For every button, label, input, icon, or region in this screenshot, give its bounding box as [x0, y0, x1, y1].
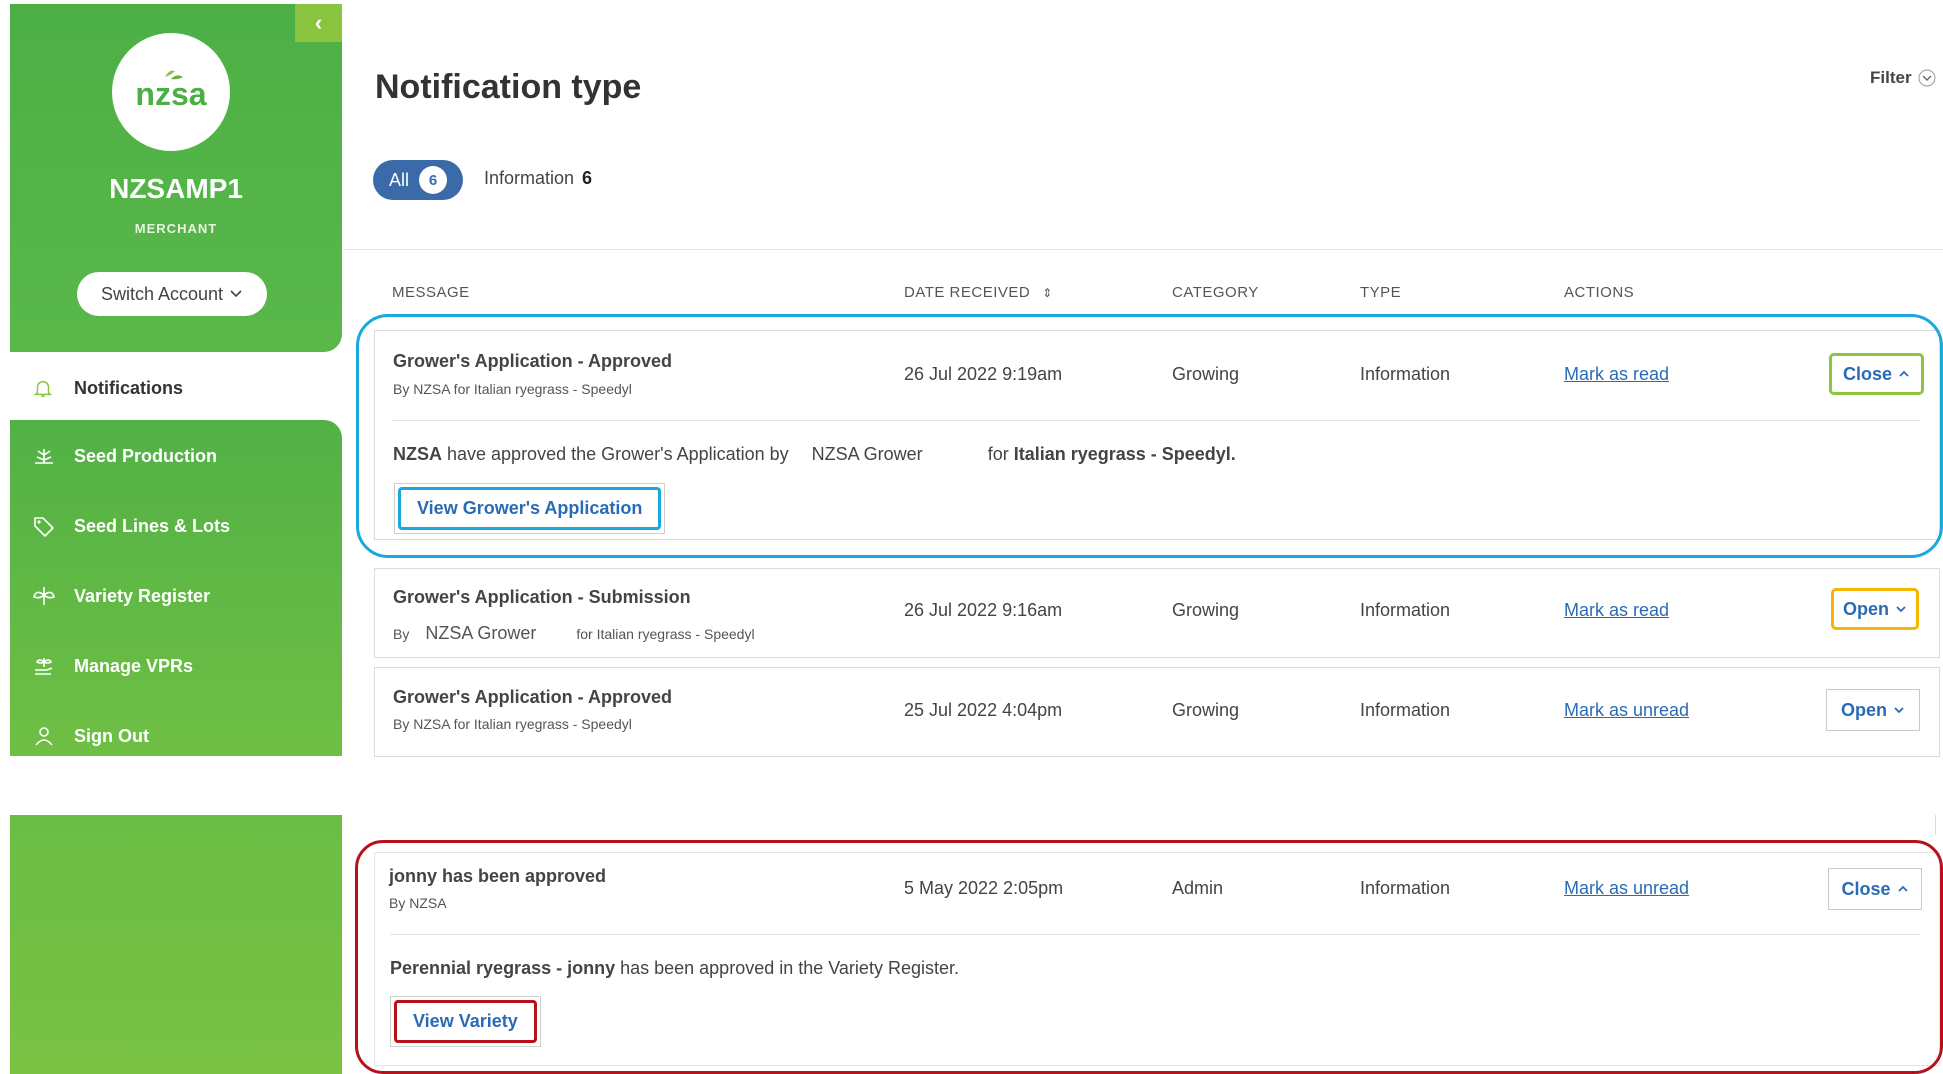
- column-header-date-label: DATE RECEIVED: [904, 284, 1031, 301]
- nzsa-logo: nzsa: [112, 33, 230, 151]
- highlight-expanded-row: [356, 314, 1943, 558]
- tab-information-label: Information: [484, 168, 575, 188]
- filter-label: Filter: [1870, 68, 1912, 87]
- mark-as-read-link[interactable]: Mark as read: [1564, 600, 1669, 621]
- table-row: [374, 568, 1940, 658]
- sidebar-item-variety-register[interactable]: Variety Register: [10, 568, 342, 624]
- filter-dropdown[interactable]: Filter: [1870, 68, 1936, 88]
- row-type: Information: [1360, 600, 1451, 620]
- sidebar-item-label: Seed Lines & Lots: [74, 515, 231, 536]
- row-type: Information: [1360, 700, 1451, 720]
- tab-all[interactable]: All 6: [373, 160, 463, 200]
- sidebar-item-sign-out[interactable]: Sign Out: [10, 708, 342, 764]
- tab-information[interactable]: Information 6: [484, 168, 592, 189]
- column-header-date[interactable]: DATE RECEIVED ⇕: [904, 284, 1053, 301]
- sidebar-item-label: Notifications: [74, 377, 184, 398]
- row-border-fragment: [1935, 815, 1936, 835]
- switch-account-button[interactable]: Switch Account: [77, 272, 267, 316]
- collapse-sidebar-button[interactable]: ‹: [295, 4, 342, 42]
- screenshot-gap: [0, 757, 1943, 815]
- tag-icon: [34, 517, 55, 537]
- chevron-down-icon: [1896, 606, 1906, 613]
- tab-information-count: 6: [582, 168, 593, 188]
- sort-icon: ⇕: [1042, 285, 1053, 300]
- sidebar-item-label: Manage VPRs: [74, 655, 194, 676]
- row-date: 25 Jul 2022 4:04pm: [904, 700, 1063, 720]
- user-icon: [35, 727, 53, 746]
- column-header-category: CATEGORY: [1172, 284, 1259, 301]
- table-row: [374, 667, 1940, 757]
- chevron-down-icon: [230, 290, 242, 298]
- row-category: Growing: [1172, 600, 1240, 620]
- chevron-down-icon: [1894, 707, 1904, 714]
- sidebar-footer: [10, 815, 342, 1074]
- sidebar-item-label: Seed Production: [74, 445, 218, 466]
- mark-as-unread-link[interactable]: Mark as unread: [1564, 700, 1689, 721]
- open-button[interactable]: Open: [1831, 588, 1919, 630]
- seed-production-icon: [35, 449, 53, 464]
- column-header-message: MESSAGE: [392, 284, 470, 301]
- tab-all-count: 6: [419, 166, 447, 194]
- sidebar-item-seed-production[interactable]: Seed Production: [10, 428, 342, 484]
- sidebar-item-seed-lines[interactable]: Seed Lines & Lots: [10, 498, 342, 554]
- row-title: Grower's Application - Submission: [393, 587, 691, 607]
- sprout-hand-icon: [35, 658, 53, 675]
- sidebar-item-manage-vprs[interactable]: Manage VPRs: [10, 638, 342, 694]
- tab-all-label: All: [388, 169, 409, 190]
- row-subtitle: By NZSA Grower for Italian ryegrass - Sp…: [393, 617, 755, 644]
- sidebar-item-notifications[interactable]: Notifications: [10, 362, 342, 414]
- page-title: Notification type: [375, 68, 642, 106]
- plant-icon: [33, 587, 55, 605]
- chevron-down-circle-icon: [1918, 69, 1936, 87]
- header-divider: [343, 249, 1943, 250]
- open-button[interactable]: Open: [1826, 689, 1920, 731]
- account-role: MERCHANT: [134, 221, 218, 236]
- sidebar-item-label: Sign Out: [74, 725, 149, 746]
- chevron-left-icon: ‹: [314, 10, 323, 35]
- row-subtitle: By NZSA for Italian ryegrass - Speedyl: [393, 716, 632, 732]
- row-subtitle-by: By: [393, 626, 410, 642]
- row-category: Growing: [1172, 700, 1240, 720]
- highlight-variety-row: [355, 840, 1943, 1074]
- switch-account-label: Switch Account: [100, 283, 224, 304]
- svg-text:nzsa: nzsa: [135, 76, 206, 112]
- nzsa-logo-mark: nzsa: [135, 70, 207, 112]
- bell-icon: [33, 380, 53, 397]
- column-header-type: TYPE: [1360, 284, 1402, 301]
- row-date: 26 Jul 2022 9:16am: [904, 600, 1063, 620]
- row-subtitle-grower: NZSA Grower: [425, 623, 537, 643]
- open-button-label: Open: [1842, 598, 1889, 619]
- account-name: NZSAMP1: [109, 173, 243, 204]
- row-subtitle-variety: for Italian ryegrass - Speedyl: [576, 626, 755, 642]
- row-title: Grower's Application - Approved: [393, 687, 672, 707]
- column-header-actions: ACTIONS: [1564, 284, 1635, 301]
- sidebar-item-label: Variety Register: [74, 585, 211, 606]
- open-button-label: Open: [1840, 699, 1887, 720]
